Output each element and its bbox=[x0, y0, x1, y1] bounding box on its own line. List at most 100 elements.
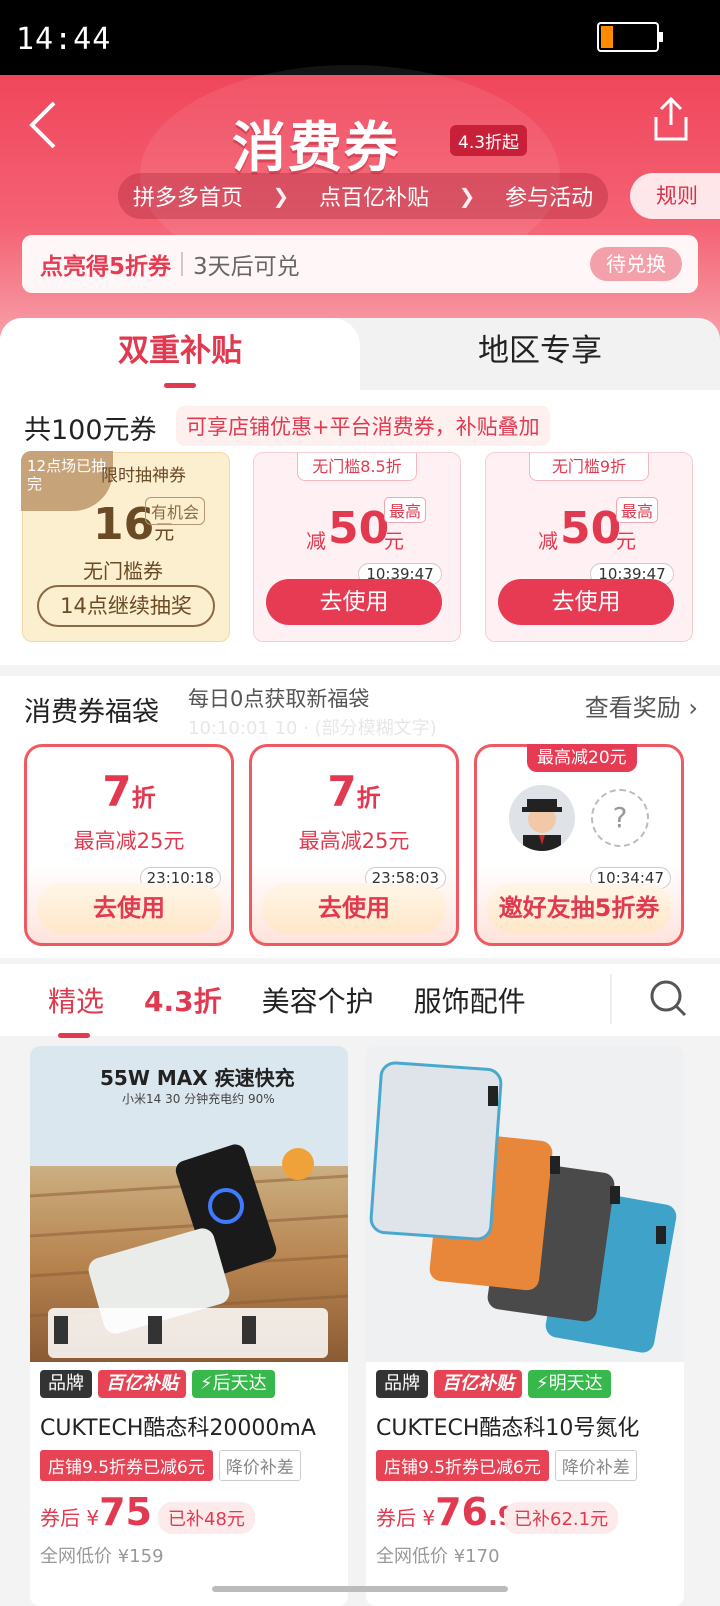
subsidy-amount: 已补48元 bbox=[158, 1502, 255, 1534]
product-image bbox=[366, 1046, 684, 1362]
coupon-amount: 50 bbox=[328, 503, 390, 554]
coupon-amount: 50 bbox=[560, 503, 622, 554]
coupon-threshold: 无门槛8.5折 bbox=[297, 453, 417, 481]
max-reduction: 最高减25元 bbox=[73, 829, 185, 853]
tab-featured[interactable]: 精选 bbox=[48, 980, 104, 1038]
max-reduction-badge: 最高减20元 bbox=[527, 744, 637, 772]
unit-label: 元 bbox=[384, 529, 404, 553]
product-name: CUKTECH酷态科10号氮化 bbox=[376, 1416, 640, 1441]
coupon-total: 共100元券 bbox=[24, 415, 157, 446]
discount-value: 7折 bbox=[327, 767, 381, 816]
use-button[interactable]: 去使用 bbox=[262, 883, 446, 933]
stack-tag: 可享店铺优惠+平台消费券，补贴叠加 bbox=[176, 406, 550, 446]
tab-label: 地区专享 bbox=[478, 333, 602, 369]
tab-beauty[interactable]: 美容个护 bbox=[262, 980, 374, 1020]
chevron-right-icon: ❯ bbox=[272, 184, 290, 208]
coupon-card[interactable]: 无门槛8.5折 减 50 元 最高 10:39:47 去使用 bbox=[253, 452, 461, 642]
share-icon[interactable] bbox=[650, 93, 692, 145]
breadcrumb-subsidy[interactable]: 点百亿补贴 bbox=[319, 180, 429, 212]
coupon-section: 共100元券 可享店铺优惠+平台消费券，补贴叠加 12点场已抽完 限时抽神券 1… bbox=[0, 390, 720, 665]
hero-header: 消费券 4.3折起 拼多多首页 ❯ 点百亿补贴 ❯ 参与活动 规则 点亮得5折券… bbox=[0, 65, 720, 345]
promo-tags: 店铺9.5折券已减6元 降价补差 bbox=[376, 1450, 637, 1481]
breadcrumb-home[interactable]: 拼多多首页 bbox=[133, 180, 243, 212]
tab-bar: 双重补贴 地区专享 bbox=[0, 318, 720, 390]
pending-redeem-button[interactable]: 待兑换 bbox=[590, 247, 682, 281]
product-card[interactable]: 55W MAX 疾速快充 小米14 30 分钟充电约 90% 品牌 百亿补贴 ⚡… bbox=[30, 1046, 348, 1606]
breadcrumb: 拼多多首页 ❯ 点百亿补贴 ❯ 参与活动 bbox=[118, 173, 608, 219]
lottery-coupon[interactable]: 12点场已抽完 限时抽神券 16元 有机会 无门槛券 14点继续抽奖 bbox=[21, 451, 230, 642]
product-card[interactable]: 品牌 百亿补贴 ⚡明天达 CUKTECH酷态科10号氮化 店铺9.5折券已减6元… bbox=[366, 1046, 684, 1606]
product-section: 精选 4.3折 美容个护 服饰配件 55W MAX 疾速快充 小米14 30 分… bbox=[0, 964, 720, 1606]
status-time: 14:44 bbox=[16, 22, 112, 57]
brand-tag: 品牌 bbox=[376, 1370, 428, 1398]
unlock-note: 3天后可兑 bbox=[193, 254, 300, 280]
product-tags: 品牌 百亿补贴 ⚡后天达 bbox=[40, 1370, 275, 1398]
chance-tag: 有机会 bbox=[145, 497, 206, 525]
delivery-tag: ⚡明天达 bbox=[528, 1370, 611, 1398]
lowest-price: 全网低价 ¥159 bbox=[40, 1546, 164, 1567]
price-protect-tag: 降价补差 bbox=[218, 1450, 301, 1481]
product-image: 55W MAX 疾速快充 小米14 30 分钟充电约 90% bbox=[30, 1046, 348, 1362]
chevron-right-icon: ❯ bbox=[458, 184, 476, 208]
product-name: CUKTECH酷态科20000mA bbox=[40, 1416, 316, 1441]
page-title: 消费券 bbox=[232, 116, 400, 179]
lucky-bag-title: 消费券福袋 bbox=[24, 697, 159, 728]
minus-label: 减 bbox=[538, 529, 558, 553]
battery-icon bbox=[597, 22, 663, 52]
rules-button[interactable]: 规则 bbox=[630, 173, 720, 219]
price-protect-tag: 降价补差 bbox=[554, 1450, 637, 1481]
tab-43-discount[interactable]: 4.3折 bbox=[144, 980, 222, 1020]
category-tabs: 精选 4.3折 美容个护 服饰配件 bbox=[0, 964, 720, 1038]
max-reduction: 最高减25元 bbox=[298, 829, 410, 853]
use-coupon-button[interactable]: 去使用 bbox=[266, 579, 442, 625]
coupon-card[interactable]: 无门槛9折 减 50 元 最高 10:39:47 去使用 bbox=[485, 452, 693, 642]
search-icon[interactable] bbox=[648, 978, 688, 1018]
tab-label: 双重补贴 bbox=[118, 333, 242, 369]
subsidy-tag: 百亿补贴 bbox=[434, 1370, 522, 1398]
tab-apparel[interactable]: 服饰配件 bbox=[414, 980, 526, 1020]
lucky-bag-subtitle-2: 10:10:01 10 · (部分模糊文字) bbox=[188, 718, 437, 739]
subsidy-tag: 百亿补贴 bbox=[98, 1370, 186, 1398]
tab-double-subsidy[interactable]: 双重补贴 bbox=[0, 318, 360, 390]
product-price: 券后 ¥76.9 bbox=[376, 1490, 516, 1534]
continue-draw-button[interactable]: 14点继续抽奖 bbox=[37, 585, 215, 627]
delivery-tag: ⚡后天达 bbox=[192, 1370, 275, 1398]
unit-label: 元 bbox=[616, 529, 636, 553]
lottery-label: 限时抽神券 bbox=[101, 466, 186, 486]
product-tags: 品牌 百亿补贴 ⚡明天达 bbox=[376, 1370, 611, 1398]
product-image-headline: 55W MAX 疾速快充 bbox=[100, 1066, 295, 1090]
shop-coupon-tag: 店铺9.5折券已减6元 bbox=[40, 1450, 213, 1481]
lottery-subtitle: 无门槛券 bbox=[83, 559, 163, 583]
chevron-right-icon: › bbox=[680, 694, 698, 722]
coupon-threshold: 无门槛9折 bbox=[529, 453, 649, 481]
unlock-banner[interactable]: 点亮得5折券 3天后可兑 待兑换 bbox=[22, 235, 698, 293]
view-rewards-link[interactable]: 查看奖励 › bbox=[585, 688, 698, 723]
minus-label: 减 bbox=[306, 529, 326, 553]
avatar bbox=[509, 785, 575, 851]
empty-slot-icon: ? bbox=[591, 789, 649, 847]
lucky-bag-card[interactable]: 7折 最高减25元 23:10:18 去使用 bbox=[24, 744, 234, 946]
invite-bag-card[interactable]: 最高减20元 ? 10:34:47 邀好友抽5折券 bbox=[474, 744, 684, 946]
shop-coupon-tag: 店铺9.5折券已减6元 bbox=[376, 1450, 549, 1481]
subsidy-amount: 已补62.1元 bbox=[504, 1502, 619, 1534]
discount-badge: 4.3折起 bbox=[450, 125, 528, 156]
max-tag: 最高 bbox=[384, 497, 427, 523]
max-tag: 最高 bbox=[616, 497, 659, 523]
lucky-bag-card[interactable]: 7折 最高减25元 23:58:03 去使用 bbox=[249, 744, 459, 946]
lowest-price: 全网低价 ¥170 bbox=[376, 1546, 500, 1567]
unlock-title: 点亮得5折券 bbox=[40, 254, 172, 280]
status-bar: 14:44 bbox=[0, 0, 720, 75]
tab-region[interactable]: 地区专享 bbox=[360, 318, 720, 390]
breadcrumb-activity[interactable]: 参与活动 bbox=[505, 180, 593, 212]
brand-tag: 品牌 bbox=[40, 1370, 92, 1398]
invite-friends-button[interactable]: 邀好友抽5折券 bbox=[487, 883, 671, 933]
lucky-bag-section: 消费券福袋 每日0点获取新福袋 10:10:01 10 · (部分模糊文字) 查… bbox=[0, 676, 720, 958]
back-arrow-icon[interactable] bbox=[24, 97, 64, 153]
use-coupon-button[interactable]: 去使用 bbox=[498, 579, 674, 625]
divider bbox=[181, 252, 184, 276]
tab-indicator bbox=[164, 383, 196, 388]
home-indicator[interactable] bbox=[212, 1586, 508, 1592]
discount-value: 7折 bbox=[102, 767, 156, 816]
product-price: 券后 ¥75 bbox=[40, 1490, 152, 1534]
use-button[interactable]: 去使用 bbox=[37, 883, 221, 933]
